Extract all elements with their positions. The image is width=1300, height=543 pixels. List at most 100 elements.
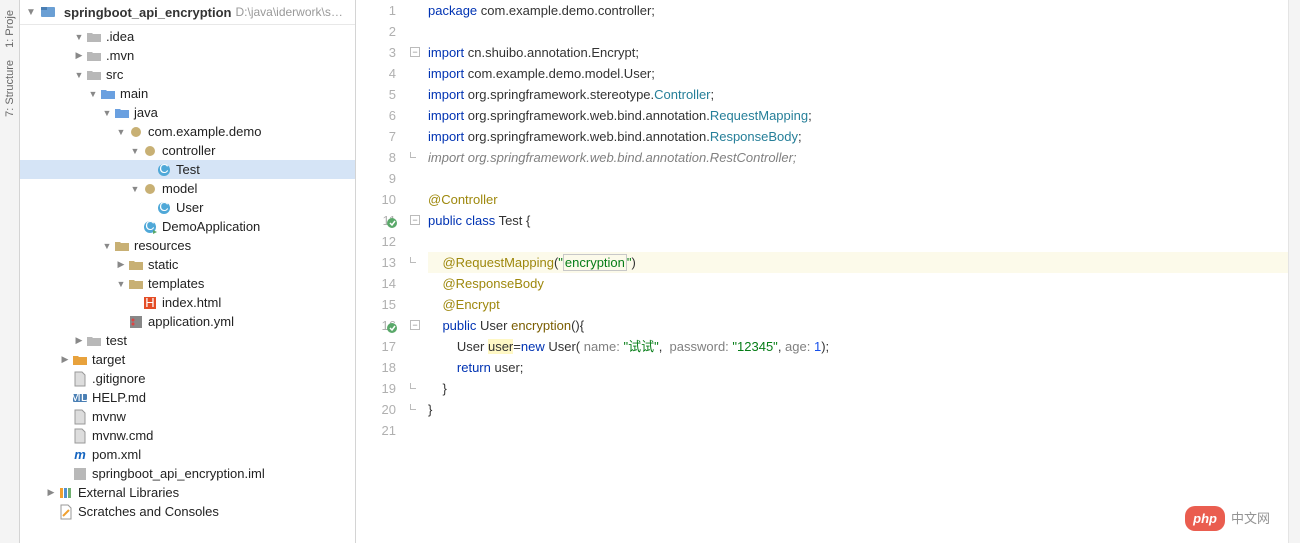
project-tree[interactable]: ▼.idea▶.mvn▼src▼main▼java▼com.example.de… (20, 25, 355, 523)
project-name: springboot_api_encryption (64, 5, 232, 20)
tree-item-label: application.yml (148, 314, 234, 329)
code-line[interactable]: } (428, 399, 1288, 420)
tree-item[interactable]: Scratches and Consoles (20, 502, 355, 521)
fold-marker[interactable] (410, 152, 416, 158)
tree-item-label: DemoApplication (162, 219, 260, 234)
tree-item-label: HELP.md (92, 390, 146, 405)
tree-item-label: templates (148, 276, 204, 291)
tree-item-label: .gitignore (92, 371, 145, 386)
code-line[interactable]: @RequestMapping("encryption") (428, 252, 1288, 273)
fold-marker[interactable]: − (410, 47, 420, 57)
chevron-icon[interactable]: ▶ (114, 259, 128, 270)
tree-item[interactable]: CDemoApplication (20, 217, 355, 236)
tree-item[interactable]: MDHELP.md (20, 388, 355, 407)
chevron-icon[interactable]: ▼ (100, 108, 114, 118)
chevron-icon[interactable]: ▼ (72, 70, 86, 80)
fold-marker[interactable] (410, 404, 416, 410)
code-line[interactable]: package com.example.demo.controller; (428, 0, 1288, 21)
code-line[interactable]: @Encrypt (428, 294, 1288, 315)
tree-item[interactable]: springboot_api_encryption.iml (20, 464, 355, 483)
code-line[interactable] (428, 231, 1288, 252)
chevron-icon[interactable]: ▼ (114, 127, 128, 137)
yml-icon (128, 314, 144, 330)
fold-marker[interactable] (410, 257, 416, 263)
code-line[interactable]: } (428, 378, 1288, 399)
tree-item[interactable]: ▶External Libraries (20, 483, 355, 502)
code-line[interactable]: import org.springframework.web.bind.anno… (428, 126, 1288, 147)
chevron-icon[interactable]: ▶ (58, 354, 72, 365)
tree-item[interactable]: ▼java (20, 103, 355, 122)
implements-icon[interactable] (386, 319, 398, 331)
tree-item-label: model (162, 181, 197, 196)
tree-item[interactable]: ▼ templates (20, 274, 355, 293)
tree-item[interactable]: .gitignore (20, 369, 355, 388)
tree-item[interactable]: ▼ resources (20, 236, 355, 255)
code-line[interactable]: return user; (428, 357, 1288, 378)
line-number: 21 (356, 420, 396, 441)
tree-item[interactable]: Hindex.html (20, 293, 355, 312)
code-line[interactable]: @Controller (428, 189, 1288, 210)
tree-item[interactable]: ▼src (20, 65, 355, 84)
line-number: 10 (356, 189, 396, 210)
scratch-icon (58, 504, 74, 520)
code-line[interactable]: import org.springframework.stereotype.Co… (428, 84, 1288, 105)
chevron-icon[interactable]: ▼ (128, 184, 142, 194)
tree-item[interactable]: ▼ model (20, 179, 355, 198)
chevron-icon[interactable]: ▼ (114, 279, 128, 289)
tree-item[interactable]: ▶test (20, 331, 355, 350)
tree-item[interactable]: ▶target (20, 350, 355, 369)
project-path: D:\java\iderwork\springbo (235, 5, 349, 19)
chevron-icon[interactable]: ▶ (72, 50, 86, 61)
tree-item[interactable]: application.yml (20, 312, 355, 331)
code-line[interactable] (428, 420, 1288, 441)
implements-icon[interactable] (386, 214, 398, 226)
code-line[interactable]: public User encryption(){ (428, 315, 1288, 336)
chevron-icon[interactable]: ▶ (44, 487, 58, 498)
fold-marker[interactable] (410, 383, 416, 389)
code-line[interactable]: User user=new User( name: "试试", password… (428, 336, 1288, 357)
code-line[interactable]: import com.example.demo.model.User; (428, 63, 1288, 84)
svg-text:H: H (145, 295, 154, 310)
iml-icon (72, 466, 88, 482)
tree-item[interactable]: mvnw.cmd (20, 426, 355, 445)
tree-item[interactable]: ▼com.example.demo (20, 122, 355, 141)
tree-item-label: pom.xml (92, 447, 141, 462)
tree-item[interactable]: mvnw (20, 407, 355, 426)
chevron-icon[interactable]: ▼ (128, 146, 142, 156)
tree-item[interactable]: mpom.xml (20, 445, 355, 464)
chevron-icon[interactable]: ▼ (72, 32, 86, 42)
folder-gray-icon (86, 29, 102, 45)
tree-item[interactable]: ▶.mvn (20, 46, 355, 65)
tree-item[interactable]: ▼.idea (20, 27, 355, 46)
line-number: 12 (356, 231, 396, 252)
tree-item[interactable]: CTest (20, 160, 355, 179)
tree-item-label: index.html (162, 295, 221, 310)
fold-marker[interactable]: − (410, 320, 420, 330)
tree-item-label: resources (134, 238, 191, 253)
tab-structure[interactable]: 7: Structure (2, 54, 18, 123)
tree-item[interactable]: ▼controller (20, 141, 355, 160)
line-number: 14 (356, 273, 396, 294)
folder-blue-icon (100, 86, 116, 102)
code-line[interactable]: import cn.shuibo.annotation.Encrypt; (428, 42, 1288, 63)
chevron-icon[interactable]: ▼ (86, 89, 100, 99)
watermark-logo-icon: php (1185, 506, 1225, 531)
tab-project[interactable]: 1: Proje (2, 4, 18, 54)
fold-marker[interactable]: − (410, 215, 420, 225)
code-line[interactable]: @ResponseBody (428, 273, 1288, 294)
code-line[interactable]: public class Test { (428, 210, 1288, 231)
project-header[interactable]: ▼ springboot_api_encryption D:\java\ider… (20, 0, 355, 25)
code-line[interactable] (428, 168, 1288, 189)
folder-orange-icon (72, 352, 88, 368)
tree-item[interactable]: ▼main (20, 84, 355, 103)
tree-item[interactable]: ▶static (20, 255, 355, 274)
class-icon: C (156, 162, 172, 178)
code-line[interactable] (428, 21, 1288, 42)
chevron-icon[interactable]: ▶ (72, 335, 86, 346)
code-area[interactable]: package com.example.demo.controller; impo… (424, 0, 1288, 543)
code-line[interactable]: import org.springframework.web.bind.anno… (428, 105, 1288, 126)
code-editor[interactable]: 123456789101112131415161718192021 −−− pa… (356, 0, 1300, 543)
tree-item[interactable]: CUser (20, 198, 355, 217)
code-line[interactable]: import org.springframework.web.bind.anno… (428, 147, 1288, 168)
chevron-icon[interactable]: ▼ (100, 241, 114, 251)
